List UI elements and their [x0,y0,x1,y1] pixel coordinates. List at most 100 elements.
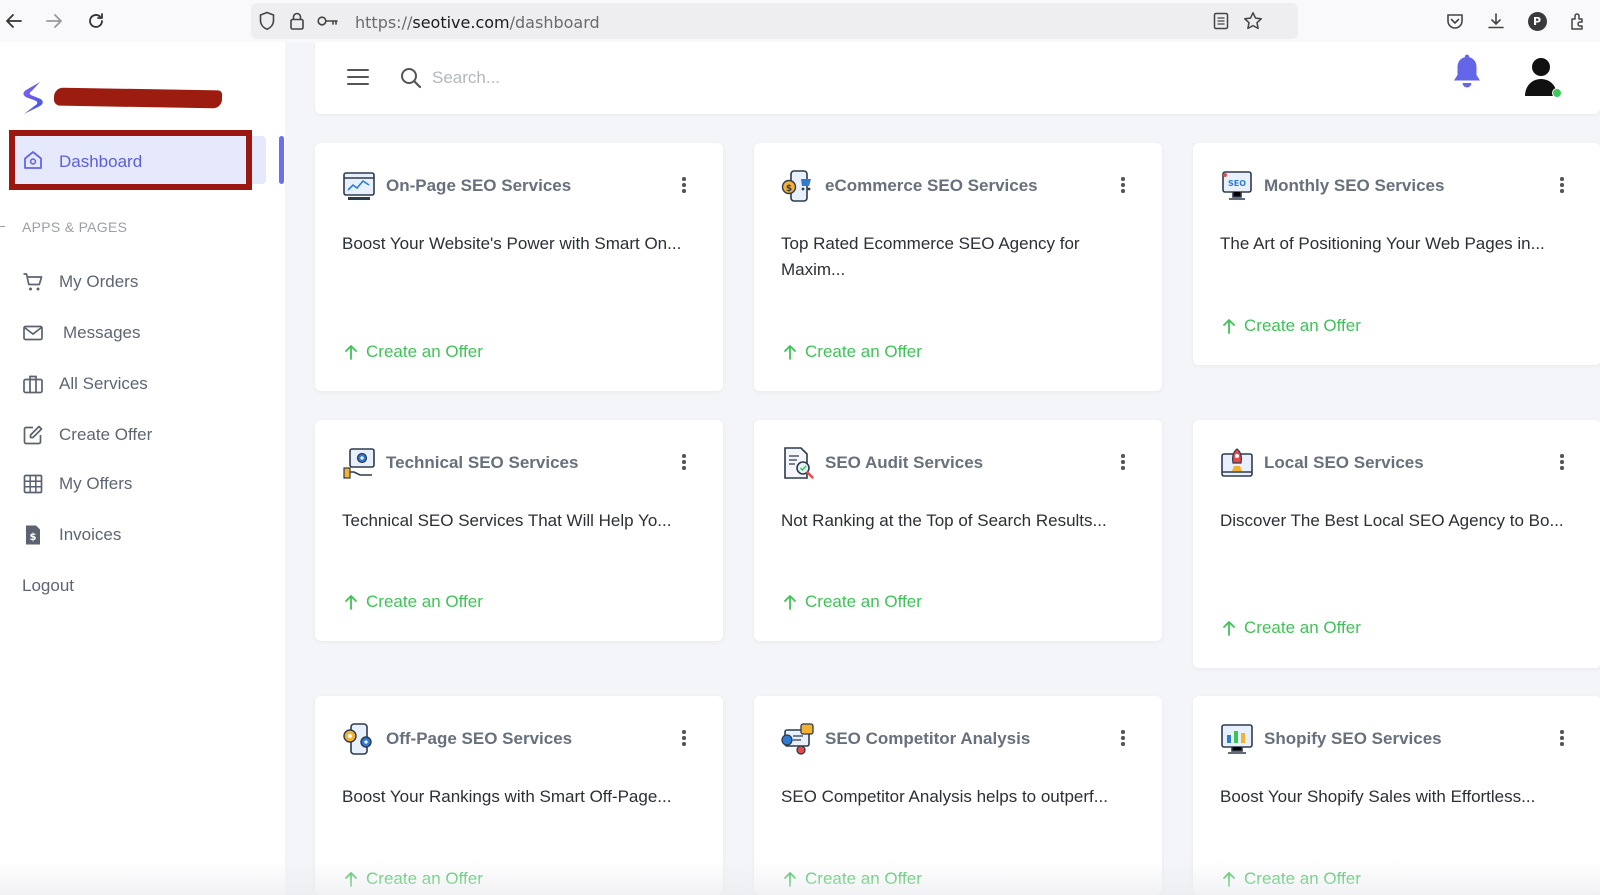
create-offer-link[interactable]: Create an Offer [344,869,483,889]
profile-icon[interactable]: P [1526,10,1548,32]
card-more-icon[interactable] [1120,177,1126,195]
sidebar-item-label: All Services [59,374,148,393]
sidebar-item-label: Create Offer [59,425,153,444]
card-more-icon[interactable] [1120,454,1126,472]
arrow-up-icon [784,345,796,360]
shield-icon[interactable] [256,10,278,32]
lock-icon[interactable] [286,10,308,32]
sidebar-item-dashboard-label: Dashboard [59,152,143,171]
sidebar-item-my-orders[interactable]: My Orders [22,268,138,296]
svg-text:$: $ [30,532,37,543]
arrow-up-icon [784,872,796,887]
topbar [315,42,1600,114]
create-offer-label: Create an Offer [366,869,483,888]
forward-icon[interactable] [42,9,66,33]
address-bar[interactable]: https://seotive.com/dashboard [251,3,1298,39]
card-title: Off-Page SEO Services [386,729,573,748]
card-title: On-Page SEO Services [386,176,572,195]
home-icon [24,151,42,169]
arrow-up-icon [1223,319,1235,334]
create-offer-link[interactable]: Create an Offer [344,342,483,362]
create-offer-link[interactable]: Create an Offer [783,869,922,889]
card-more-icon[interactable] [1120,730,1126,748]
create-offer-label: Create an Offer [1244,618,1361,637]
arrow-up-icon [345,345,357,360]
card-more-icon[interactable] [681,454,687,472]
offpage-seo-icon [343,723,372,755]
sidebar-item-invoices[interactable]: $ Invoices [22,521,121,549]
arrow-up-icon [1223,621,1235,636]
card-more-icon[interactable] [1559,454,1565,472]
section-marker [0,226,5,227]
arrow-up-icon [345,595,357,610]
create-offer-label: Create an Offer [1244,869,1361,888]
create-offer-link[interactable]: Create an Offer [783,592,922,612]
service-card: Shopify SEO Services Boost Your Shopify … [1193,696,1600,895]
service-card: SEO Audit Services Not Ranking at the To… [754,420,1162,641]
create-offer-link[interactable]: Create an Offer [1222,316,1361,336]
card-description: Boost Your Rankings with Smart Off-Page.… [342,787,672,806]
sidebar-item-my-offers[interactable]: My Offers [22,470,132,498]
brand-logo-icon[interactable] [20,80,46,116]
card-description: The Art of Positioning Your Web Pages in… [1220,234,1545,253]
key-icon[interactable] [317,10,339,32]
card-description: Boost Your Shopify Sales with Effortless… [1220,787,1536,806]
card-description: Discover The Best Local SEO Agency to Bo… [1220,511,1564,530]
service-card: $ eCommerce SEO Services Top Rated Ecomm… [754,143,1162,391]
section-title: APPS & PAGES [22,219,128,235]
extensions-icon[interactable] [1567,10,1589,32]
arrow-up-icon [345,872,357,887]
card-more-icon[interactable] [681,177,687,195]
card-title: Local SEO Services [1264,453,1424,472]
sidebar-item-messages[interactable]: Messages [22,319,140,347]
card-more-icon[interactable] [1559,730,1565,748]
sidebar: Dashboard APPS & PAGES My Orders Message… [0,42,285,895]
service-card: Technical SEO Services Technical SEO Ser… [315,420,723,641]
create-offer-label: Create an Offer [366,342,483,361]
card-description: Not Ranking at the Top of Search Results… [781,511,1107,530]
menu-toggle-icon[interactable] [347,68,369,86]
card-title: SEO Competitor Analysis [825,729,1031,748]
invoice-icon: $ [26,525,40,545]
brand-name-redacted [53,87,223,109]
search-input[interactable] [432,64,832,92]
service-card: On-Page SEO Services Boost Your Website'… [315,143,723,391]
profile-initial: P [1527,11,1547,31]
arrow-up-icon [784,595,796,610]
create-offer-label: Create an Offer [805,342,922,361]
service-card: Local SEO Services Discover The Best Loc… [1193,420,1600,668]
reload-icon[interactable] [84,9,108,33]
bookmark-star-icon[interactable] [1242,10,1264,32]
url-text[interactable]: https://seotive.com/dashboard [355,13,600,32]
card-title: Monthly SEO Services [1264,176,1445,195]
sidebar-item-all-services[interactable]: All Services [22,370,148,398]
card-title: Technical SEO Services [386,453,579,472]
card-more-icon[interactable] [1559,177,1565,195]
download-icon[interactable] [1485,10,1507,32]
sidebar-item-label: My Orders [59,272,139,291]
logout-link[interactable]: Logout [22,576,74,596]
create-offer-label: Create an Offer [366,592,483,611]
sidebar-item-create-offer[interactable]: Create Offer [22,421,152,449]
create-offer-link[interactable]: Create an Offer [1222,618,1361,638]
card-description: Technical SEO Services That Will Help Yo… [342,511,672,530]
create-offer-link[interactable]: Create an Offer [344,592,483,612]
card-description: Top Rated Ecommerce SEO Agency for Maxim… [781,234,1080,279]
mail-icon [23,325,43,341]
back-icon[interactable] [2,9,26,33]
monthly-seo-icon: SEO [1222,171,1252,200]
online-status-indicator [1552,88,1562,98]
sidebar-item-label: My Offers [59,474,133,493]
arrow-up-icon [1223,872,1235,887]
create-offer-link[interactable]: Create an Offer [783,342,922,362]
card-more-icon[interactable] [681,730,687,748]
create-offer-label: Create an Offer [1244,316,1361,335]
local-seo-rocket-icon [1221,448,1253,477]
ecommerce-seo-icon: $ [781,170,811,202]
create-offer-link[interactable]: Create an Offer [1222,869,1361,889]
pocket-icon[interactable] [1444,10,1466,32]
reader-view-icon[interactable] [1210,10,1232,32]
notification-bell-icon[interactable] [1450,54,1484,90]
grid-icon [23,474,43,494]
seo-audit-icon [784,447,814,479]
